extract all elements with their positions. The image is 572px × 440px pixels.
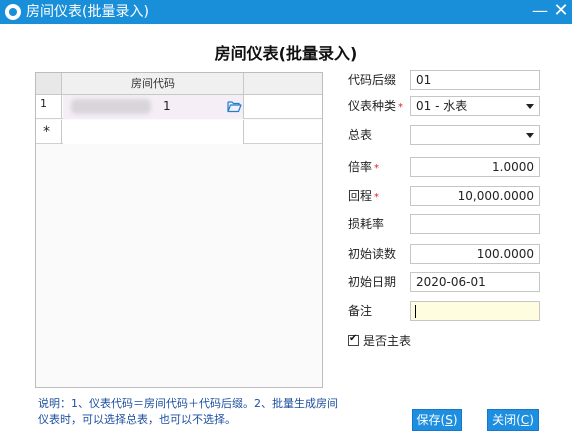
code-suffix-label: 代码后缀 [348,73,397,87]
window-close-button[interactable]: ✕ [551,0,571,24]
checkmark-icon: ✔ [349,333,358,344]
initial-date-label: 初始日期 [348,275,397,289]
app-logo-icon [5,4,21,20]
initial-date-input[interactable]: 2020-06-01 [410,272,540,292]
note-input[interactable] [410,301,540,321]
code-suffix-input[interactable]: 01 [410,70,540,90]
meter-type-value: 01 - 水表 [416,99,468,113]
grid-header: 房间代码 [36,73,322,95]
initial-reading-label: 初始读数 [348,247,397,261]
new-room-code-cell[interactable] [63,120,244,144]
table-row[interactable]: 1 1 [36,95,322,119]
required-mark: * [398,102,404,113]
room-code-cell[interactable]: 1 [63,95,244,119]
main-meter-label: 总表 [348,128,373,142]
minimize-button[interactable]: — [531,0,549,24]
note-label: 备注 [348,304,373,318]
loss-rate-input[interactable] [410,214,540,234]
room-code-grid[interactable]: 房间代码 1 1 * [35,72,323,388]
instructions-text: 说明：1、仪表代码＝房间代码＋代码后缀。2、批量生成房间仪表时，可以选择总表，也… [38,397,338,426]
window-title: 房间仪表(批量录入) [26,4,149,20]
rollover-input[interactable]: 10,000.0000 [410,186,540,206]
grid-corner[interactable] [36,73,62,94]
text-cursor [415,305,416,318]
multiplier-label: 倍率 * [348,160,380,174]
save-button[interactable]: 保存(S) [412,409,462,431]
is-main-meter-label[interactable]: 是否主表 [363,332,411,350]
required-mark: * [374,163,380,174]
meter-type-label: 仪表种类 * [348,99,404,113]
redacted-room-code [71,99,151,114]
title-bar: 房间仪表(批量录入) — ✕ [0,0,572,24]
new-row[interactable]: * [36,120,322,144]
form-title: 房间仪表(批量录入) [214,44,358,63]
multiplier-input[interactable]: 1.0000 [410,157,540,177]
row-indicator: 1 [36,95,62,119]
is-main-meter-checkbox[interactable]: ✔ [348,333,359,346]
dropdown-arrow-icon[interactable] [526,133,534,138]
initial-reading-input[interactable]: 100.0000 [410,244,540,264]
required-mark: * [374,192,380,203]
new-row-indicator: * [36,120,62,144]
folder-icon[interactable] [227,100,242,113]
room-code-text: 1 [163,99,171,113]
main-meter-select[interactable] [410,125,540,145]
dropdown-arrow-icon[interactable] [526,104,534,109]
close-button[interactable]: 关闭(C) [487,409,539,431]
meter-type-select[interactable]: 01 - 水表 [410,96,540,116]
rollover-label: 回程 * [348,189,380,203]
loss-rate-label: 损耗率 [348,217,385,231]
column-header-room-code[interactable]: 房间代码 [63,73,244,94]
